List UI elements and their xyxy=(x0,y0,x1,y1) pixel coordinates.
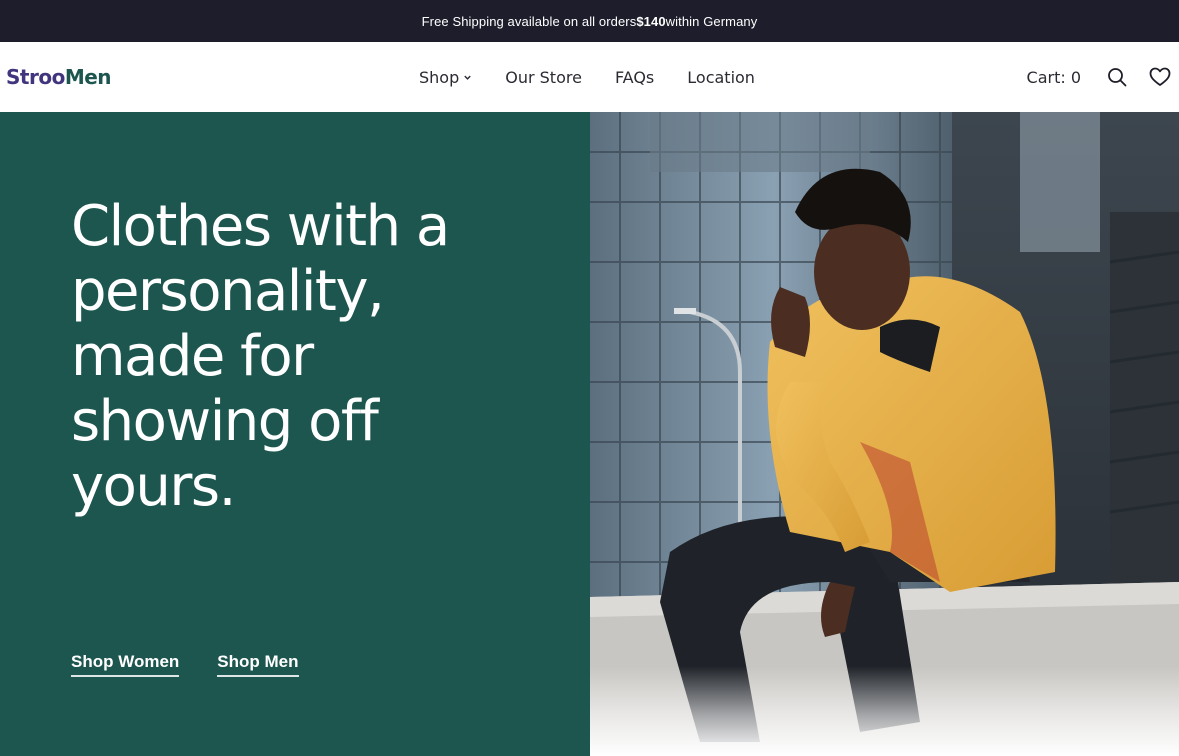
menu-item-our-store[interactable]: Our Store xyxy=(505,68,582,87)
heart-icon xyxy=(1149,67,1171,86)
menu-item-shop[interactable]: Shop xyxy=(419,68,472,87)
hero-links: Shop Women Shop Men xyxy=(71,652,299,677)
hero-text-panel: Clothes with a personality, made for sho… xyxy=(0,112,590,756)
hero-photo-illustration xyxy=(590,112,1179,756)
logo[interactable]: StrooMen xyxy=(6,65,112,89)
announcement-bar: Free Shipping available on all orders $1… xyxy=(0,0,1179,42)
main-menu: Shop Our Store FAQs Location xyxy=(419,42,755,112)
announcement-amount: $140 xyxy=(636,13,666,29)
main-header: StrooMen Shop Our Store FAQs Location Ca… xyxy=(0,42,1179,112)
chevron-down-icon xyxy=(464,75,471,80)
search-icon xyxy=(1108,68,1127,87)
menu-item-faqs-label: FAQs xyxy=(614,67,655,87)
hero-photo xyxy=(590,112,1179,756)
menu-item-shop-label: Shop xyxy=(419,67,460,87)
logo-part-1: Stroo xyxy=(6,65,65,89)
menu-item-location-label: Location xyxy=(687,67,755,87)
wishlist-button[interactable] xyxy=(1149,66,1171,88)
search-button[interactable] xyxy=(1106,66,1128,88)
header-actions: Cart: 0 xyxy=(1027,42,1171,112)
hero-headline: Clothes with a personality, made for sho… xyxy=(71,194,450,519)
menu-item-faqs[interactable]: FAQs xyxy=(615,68,654,87)
announcement-text-after: within Germany xyxy=(665,13,758,29)
menu-item-location[interactable]: Location xyxy=(687,68,755,87)
menu-item-our-store-label: Our Store xyxy=(505,67,582,87)
cart-link[interactable]: Cart: 0 xyxy=(1027,68,1081,87)
shop-women-link[interactable]: Shop Women xyxy=(71,652,180,677)
shop-men-link[interactable]: Shop Men xyxy=(217,652,299,677)
announcement-text-before: Free Shipping available on all orders xyxy=(421,13,637,29)
hero-section: Clothes with a personality, made for sho… xyxy=(0,112,1179,756)
logo-part-2: Men xyxy=(64,65,112,89)
